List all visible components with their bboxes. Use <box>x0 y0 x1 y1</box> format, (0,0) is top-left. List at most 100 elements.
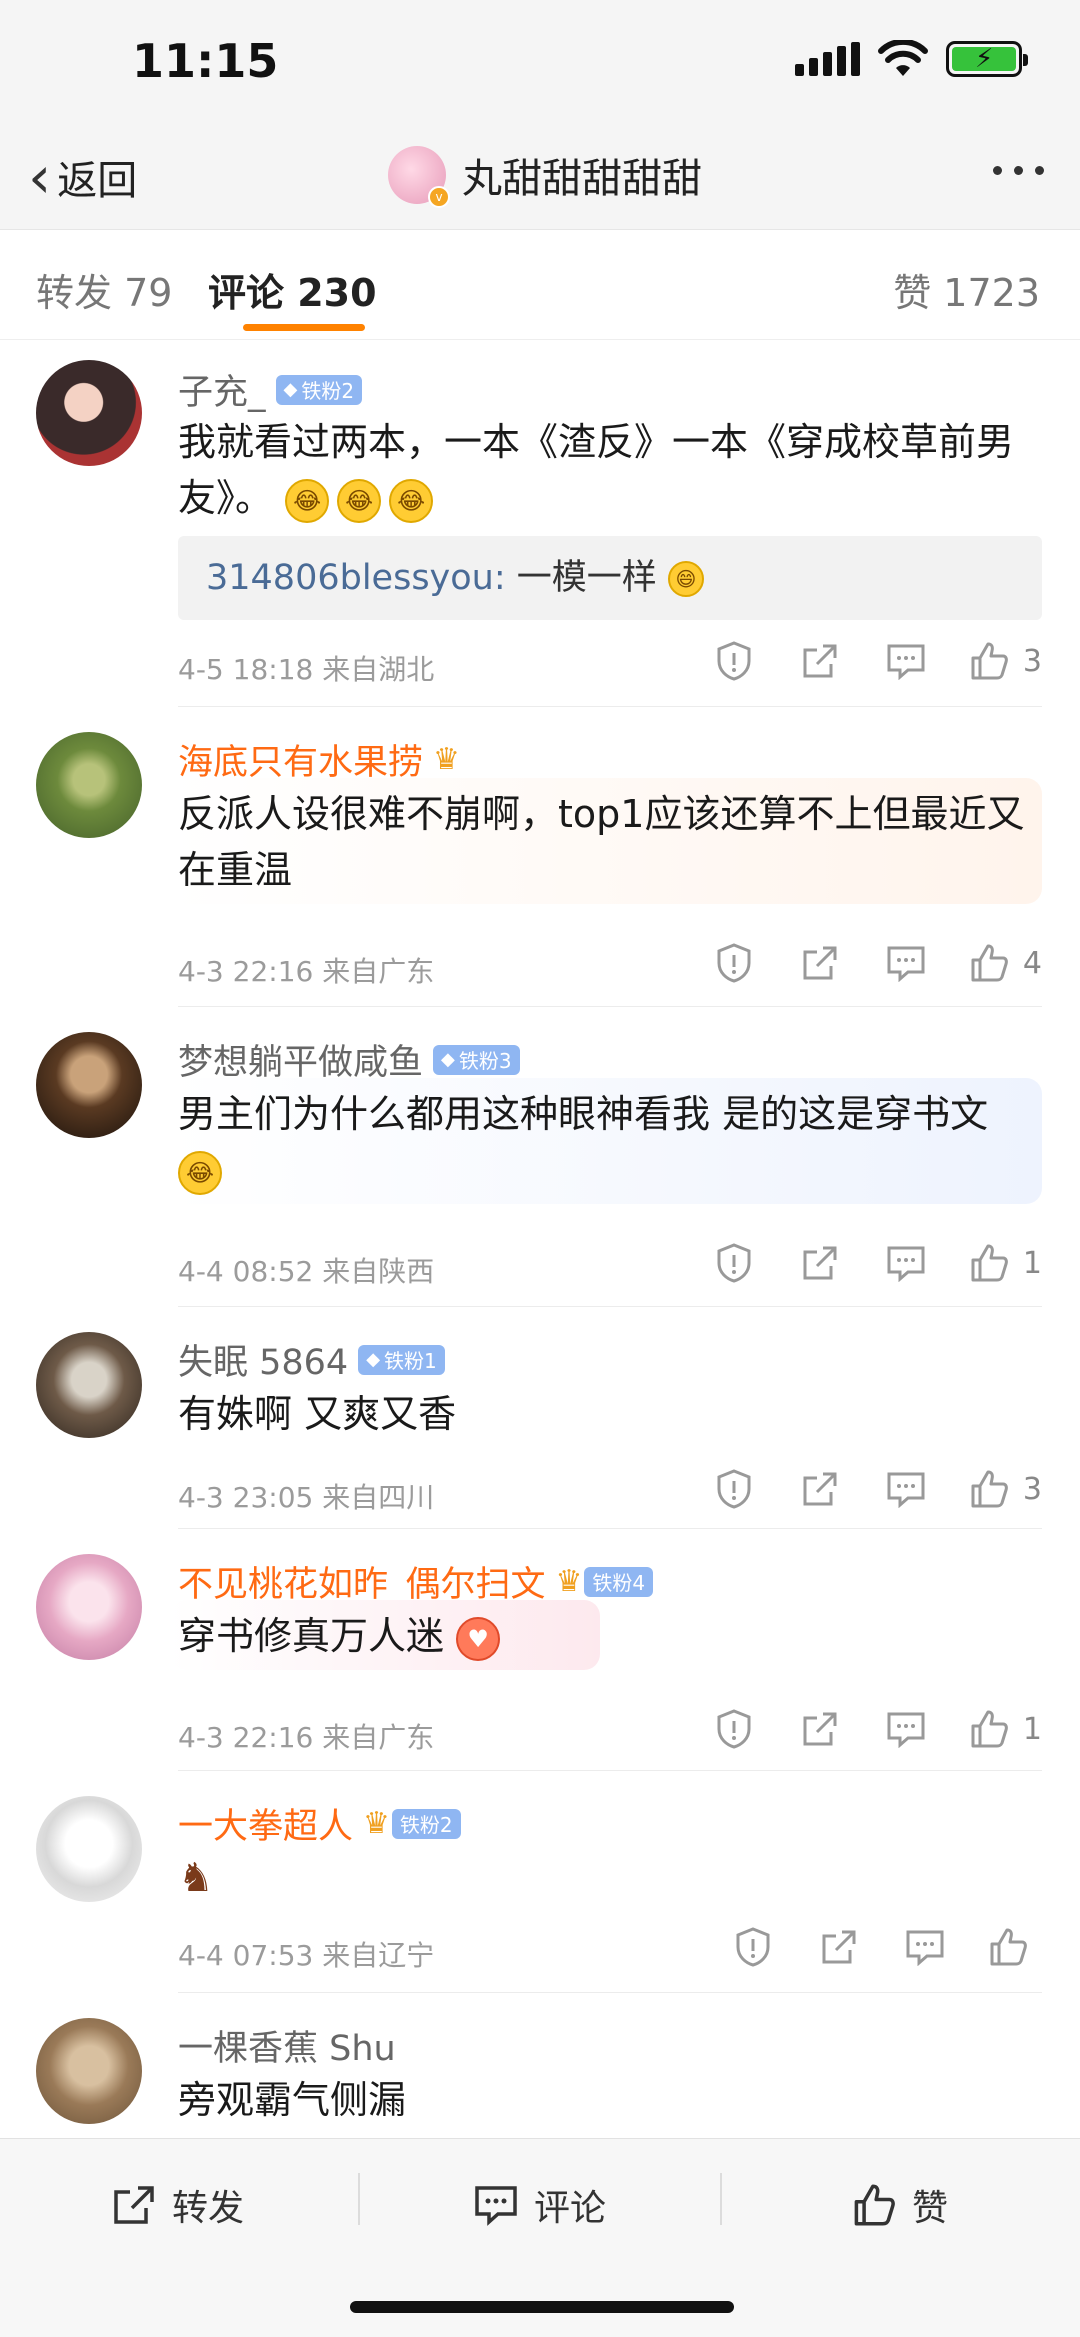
like-post-button[interactable]: 赞 <box>852 2179 948 2231</box>
thumbs-up-icon <box>971 1244 1008 1282</box>
reply-icon[interactable] <box>883 1240 929 1286</box>
share-icon[interactable] <box>797 940 843 986</box>
like-button[interactable]: 4 <box>969 943 1042 983</box>
status-time: 11:15 <box>132 34 279 88</box>
comment-text: 有姝啊 又爽又香 <box>178 1392 457 1436</box>
reply-icon[interactable] <box>883 1466 929 1512</box>
like-button[interactable]: 1 <box>969 1709 1042 1749</box>
comment-actions: 1 <box>711 1706 1042 1752</box>
like-button[interactable]: 1 <box>969 1243 1042 1283</box>
reply-username[interactable]: 314806blessyou: <box>206 558 506 598</box>
comment-text: ♞ <box>178 1850 1040 1906</box>
reply-preview[interactable]: 314806blessyou: 一模一样 😄 <box>178 536 1042 620</box>
more-options-icon[interactable] <box>993 166 1044 175</box>
avatar[interactable] <box>36 2018 142 2124</box>
comment-item: 子充_ ◆ 铁粉2 我就看过两本，一本《渣反》一本《穿成校草前男友》。 😂 😂 😂 3… <box>0 340 1080 708</box>
chevron-left-icon: ‹ <box>28 143 52 211</box>
thumbs-up-icon <box>971 1470 1008 1508</box>
comment-meta: 4-3 22:16 来自广东 <box>178 955 435 988</box>
avatar[interactable] <box>36 1796 142 1902</box>
share-icon[interactable] <box>797 1466 843 1512</box>
comment-item: 失眠 5864 ◆ 铁粉1 有姝啊 又爽又香 4-3 23:05 来自四川 3 <box>0 1308 1080 1530</box>
report-icon[interactable] <box>711 638 757 684</box>
like-button[interactable]: 3 <box>969 641 1042 681</box>
status-icons: ⚡ <box>795 40 1028 78</box>
comment-username[interactable]: 失眠 5864 ◆ 铁粉1 <box>178 1334 445 1385</box>
back-button[interactable]: ‹ 返回 <box>28 148 137 206</box>
comment-text: 旁观霸气侧漏 <box>178 2078 407 2122</box>
thumbs-up-icon <box>971 642 1008 680</box>
thumbs-up-icon <box>854 2184 895 2226</box>
share-icon[interactable] <box>797 638 843 684</box>
tab-like[interactable]: 赞 1723 <box>893 262 1040 317</box>
battery-icon: ⚡ <box>946 41 1028 77</box>
avatar[interactable] <box>36 360 142 466</box>
divider <box>178 706 1042 707</box>
comment-actions: 3 <box>711 1466 1042 1512</box>
reply-icon[interactable] <box>883 1706 929 1752</box>
laugh-cry-emoji-icon: 😂 <box>285 478 330 523</box>
comment-meta: 4-3 22:16 来自广东 <box>178 1721 435 1754</box>
laugh-cry-emoji-icon: 😂 <box>337 478 382 523</box>
horse-emoji-icon: ♞ <box>178 1855 214 1901</box>
reply-icon[interactable] <box>883 638 929 684</box>
repost-icon <box>114 2186 154 2224</box>
like-button[interactable]: 3 <box>969 1469 1042 1509</box>
share-icon[interactable] <box>797 1706 843 1752</box>
reply-text: 一模一样 <box>505 558 657 598</box>
comment-actions <box>730 1924 1042 1970</box>
tab-bar: 转发 79 评论 230 赞 1723 <box>0 232 1080 340</box>
comment-actions: 3 <box>711 638 1042 684</box>
bottom-action-bar: 转发 评论 赞 <box>0 2138 1080 2337</box>
comment-username[interactable]: 一大拳超人 ♛ 铁粉2 <box>178 1798 461 1849</box>
crown-icon: ♛ <box>555 1564 583 1599</box>
comment-username[interactable]: 子充_ ◆ 铁粉2 <box>178 364 363 415</box>
nav-title[interactable]: v 丸甜甜甜甜甜 <box>388 146 702 208</box>
repost-button[interactable]: 转发 <box>112 2179 244 2231</box>
share-icon[interactable] <box>816 1924 862 1970</box>
diamond-icon: ◆ <box>441 1049 455 1070</box>
back-label: 返回 <box>57 158 138 204</box>
report-icon[interactable] <box>711 1240 757 1286</box>
divider <box>720 2173 722 2225</box>
crown-icon: ♛ <box>433 742 460 777</box>
report-icon[interactable] <box>711 1706 757 1752</box>
comment-meta: 4-4 08:52 来自陕西 <box>178 1255 435 1288</box>
laugh-cry-emoji-icon: 😂 <box>389 478 434 523</box>
report-icon[interactable] <box>711 1466 757 1512</box>
comment-meta: 4-4 07:53 来自辽宁 <box>178 1939 435 1972</box>
top-bar: 11:15 ⚡ ‹ 返回 v 丸甜甜甜甜甜 <box>0 0 1080 230</box>
comment-username[interactable]: 一棵香蕉 Shu <box>178 2020 396 2071</box>
comment-item: 海底只有水果捞 ♛ 反派人设很难不崩啊，top1应该还算不上但最近又在重温 4-… <box>0 708 1080 1008</box>
like-button[interactable] <box>988 1927 1042 1967</box>
avatar[interactable] <box>36 1554 142 1660</box>
divider <box>178 1006 1042 1007</box>
comment-item: 梦想躺平做咸鱼 ◆ 铁粉3 男主们为什么都用这种眼神看我 是的这是穿书文 😂 4-… <box>0 1008 1080 1308</box>
comment-item: 一大拳超人 ♛ 铁粉2 ♞ 4-4 07:53 来自辽宁 <box>0 1772 1080 1994</box>
report-icon[interactable] <box>730 1924 776 1970</box>
comment-item: 不见桃花如昨_偶尔扫文 ♛ 铁粉4 穿书修真万人迷 ♥ 4-3 22:16 来自… <box>0 1530 1080 1772</box>
report-icon[interactable] <box>711 940 757 986</box>
tab-repost[interactable]: 转发 79 <box>36 262 172 317</box>
share-icon[interactable] <box>797 1240 843 1286</box>
avatar[interactable] <box>36 1032 142 1138</box>
comment-actions: 1 <box>711 1240 1042 1286</box>
comment-button[interactable]: 评论 <box>474 2179 606 2231</box>
comment-text: 反派人设很难不崩啊，top1应该还算不上但最近又在重温 <box>178 792 1025 892</box>
tab-comment[interactable]: 评论 230 <box>208 262 377 317</box>
fan-badge: ◆ 铁粉3 <box>433 1044 520 1075</box>
comment-icon <box>475 2186 517 2226</box>
comment-text: 我就看过两本，一本《渣反》一本《穿成校草前男友》。 😂 😂 😂 <box>178 414 1040 526</box>
divider <box>178 1770 1042 1771</box>
avatar[interactable] <box>36 732 142 838</box>
reply-icon[interactable] <box>883 940 929 986</box>
fan-badge: ◆ 铁粉2 <box>275 374 363 405</box>
comment-text: 穿书修真万人迷 ♥ <box>178 1608 1040 1664</box>
thumbs-up-icon <box>971 1710 1008 1748</box>
divider <box>178 1306 1042 1307</box>
divider <box>178 1992 1042 1993</box>
comment-text: 男主们为什么都用这种眼神看我 是的这是穿书文 😂 <box>178 1086 1040 1198</box>
reply-icon[interactable] <box>902 1924 948 1970</box>
divider <box>178 1528 1042 1529</box>
avatar[interactable] <box>36 1332 142 1438</box>
